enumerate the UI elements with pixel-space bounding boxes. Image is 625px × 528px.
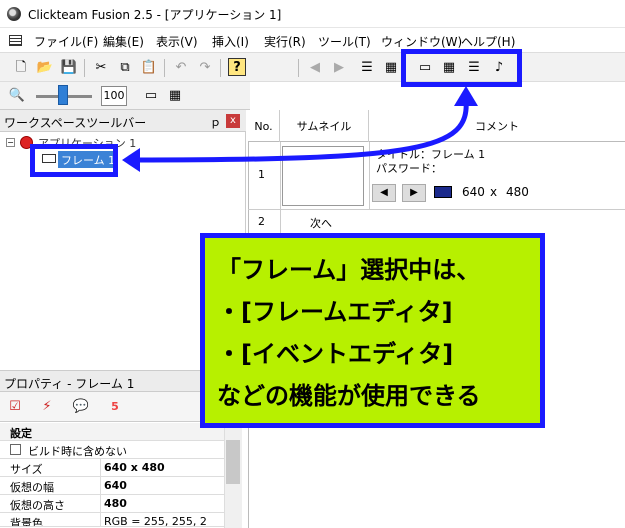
menu-tools[interactable]: ツール(T) [318, 33, 371, 50]
save-icon[interactable]: 💾 [60, 58, 78, 76]
zoom-toolbar: 🔍 100 ▭ ▦ [0, 82, 250, 110]
system-menu-icon[interactable] [9, 35, 22, 46]
zoom-magnifier-icon[interactable]: 🔍 [8, 86, 26, 104]
forward-circle-icon[interactable]: ▶ [330, 58, 348, 76]
frame-number: 2 [258, 215, 265, 228]
property-key: サイズ [10, 463, 43, 476]
menu-edit[interactable]: 編集(E) [103, 33, 144, 50]
menu-view[interactable]: 表示(V) [156, 33, 198, 50]
property-run-icon[interactable]: ⚡ [38, 397, 56, 415]
frame-layout-icon[interactable]: ▭ [142, 86, 160, 104]
frame-row-next[interactable]: 2 次へ [248, 210, 368, 234]
undo-icon[interactable]: ↶ [172, 58, 190, 76]
move-right-icon[interactable]: ▶ [402, 184, 426, 202]
window-title: Clickteam Fusion 2.5 - [アプリケーション 1] [28, 8, 282, 22]
list-view-icon[interactable]: ☰ [358, 58, 376, 76]
menu-run[interactable]: 実行(R) [264, 33, 306, 50]
checkbox-label: ビルド時に含めない [28, 445, 127, 458]
callout-line-3: ・[イベントエディタ] [217, 340, 454, 368]
open-folder-icon[interactable]: 📂 [36, 58, 54, 76]
tree-collapse-icon[interactable]: − [6, 138, 15, 147]
main-toolbar: 🗋 📂 💾 ✂ ⧉ 📋 ↶ ↷ ? ◀ ▶ ☰ ▦ ▭ ▦ ☰ ♪ [0, 52, 625, 82]
toolbar-separator [298, 59, 299, 77]
properties-title: プロパティ - フレーム 1 [4, 377, 135, 391]
copy-icon[interactable]: ⧉ [116, 58, 134, 76]
property-row-exclude-build[interactable]: ビルド時に含めない [0, 441, 224, 459]
zoom-value-field[interactable]: 100 [101, 86, 127, 106]
property-value[interactable]: 640 [104, 479, 127, 492]
menu-window[interactable]: ウィンドウ(W) [381, 33, 462, 50]
next-frame-label[interactable]: 次へ [310, 215, 332, 231]
app-logo-icon [7, 7, 21, 21]
frame-thumbnail[interactable] [282, 146, 364, 206]
properties-scroll-thumb[interactable] [226, 440, 240, 484]
menu-insert[interactable]: 挿入(I) [212, 33, 249, 50]
menu-file[interactable]: ファイル(F) [34, 33, 98, 50]
workspace-title: ワークスペースツールバー [4, 116, 147, 130]
property-row-virtual-height[interactable]: 仮想の高さ 480 [0, 495, 224, 513]
toolbar-separator [220, 59, 221, 77]
property-value[interactable]: RGB = 255, 255, 2 [104, 515, 207, 526]
frame-list-header: No. サムネイル コメント [248, 110, 625, 142]
pin-icon[interactable]: ｐ [210, 114, 221, 130]
section-label: 設定 [10, 427, 32, 440]
move-left-icon[interactable]: ◀ [372, 184, 396, 202]
frame-width: 640 [462, 185, 485, 199]
toolbar-separator [84, 59, 85, 77]
paste-icon[interactable]: 📋 [140, 58, 158, 76]
frame-number: 1 [258, 168, 265, 181]
explanation-callout: 「フレーム」選択中は、 ・[フレームエディタ] ・[イベントエディタ] などの機… [200, 233, 545, 428]
property-check-icon[interactable]: ☑ [6, 397, 24, 415]
property-key: 背景色 [10, 517, 43, 527]
header-no[interactable]: No. [248, 110, 280, 142]
callout-line-2: ・[フレームエディタ] [217, 298, 453, 326]
menu-bar: ファイル(F) 編集(E) 表示(V) 挿入(I) 実行(R) ツール(T) ウ… [0, 28, 625, 52]
property-value[interactable]: 480 [104, 497, 127, 510]
property-key: 仮想の高さ [10, 499, 65, 512]
callout-line-4: などの機能が使用できる [217, 382, 481, 410]
grid-layout-icon[interactable]: ▦ [166, 86, 184, 104]
property-value[interactable]: 640 x 480 [104, 461, 165, 474]
title-bar: Clickteam Fusion 2.5 - [アプリケーション 1] [0, 0, 625, 28]
workspace-toolbar-header: ワークスペースツールバー ｐ x [0, 110, 246, 132]
grid-view-icon[interactable]: ▦ [382, 58, 400, 76]
property-key: 仮想の幅 [10, 481, 54, 494]
property-comment-icon[interactable]: 💬 [72, 397, 90, 415]
toolbar-separator [164, 59, 165, 77]
cut-icon[interactable]: ✂ [92, 58, 110, 76]
frame-height: 480 [506, 185, 529, 199]
redo-icon[interactable]: ↷ [196, 58, 214, 76]
property-section-settings: 設定 [0, 423, 224, 441]
frame-size-separator: x [490, 185, 498, 199]
html5-icon[interactable]: 5 [106, 397, 124, 415]
property-row-background-color[interactable]: 背景色 RGB = 255, 255, 2 [0, 513, 224, 527]
frame-password-line: パスワード： [376, 162, 442, 175]
zoom-slider-thumb[interactable] [58, 85, 68, 105]
editor-buttons-highlight [401, 49, 522, 87]
new-file-icon[interactable]: 🗋 [12, 58, 30, 76]
monitor-icon [434, 186, 452, 198]
back-circle-icon[interactable]: ◀ [306, 58, 324, 76]
property-row-virtual-width[interactable]: 仮想の幅 640 [0, 477, 224, 495]
header-thumbnail[interactable]: サムネイル [280, 110, 369, 142]
property-row-size[interactable]: サイズ 640 x 480 [0, 459, 224, 477]
header-comment[interactable]: コメント [369, 110, 625, 142]
close-icon[interactable]: x [226, 114, 240, 128]
exclude-build-checkbox[interactable] [10, 444, 21, 455]
menu-help[interactable]: ヘルプ(H) [461, 33, 515, 50]
callout-line-1: 「フレーム」選択中は、 [217, 256, 481, 284]
help-icon[interactable]: ? [228, 58, 246, 76]
frame-node-highlight [30, 144, 118, 177]
